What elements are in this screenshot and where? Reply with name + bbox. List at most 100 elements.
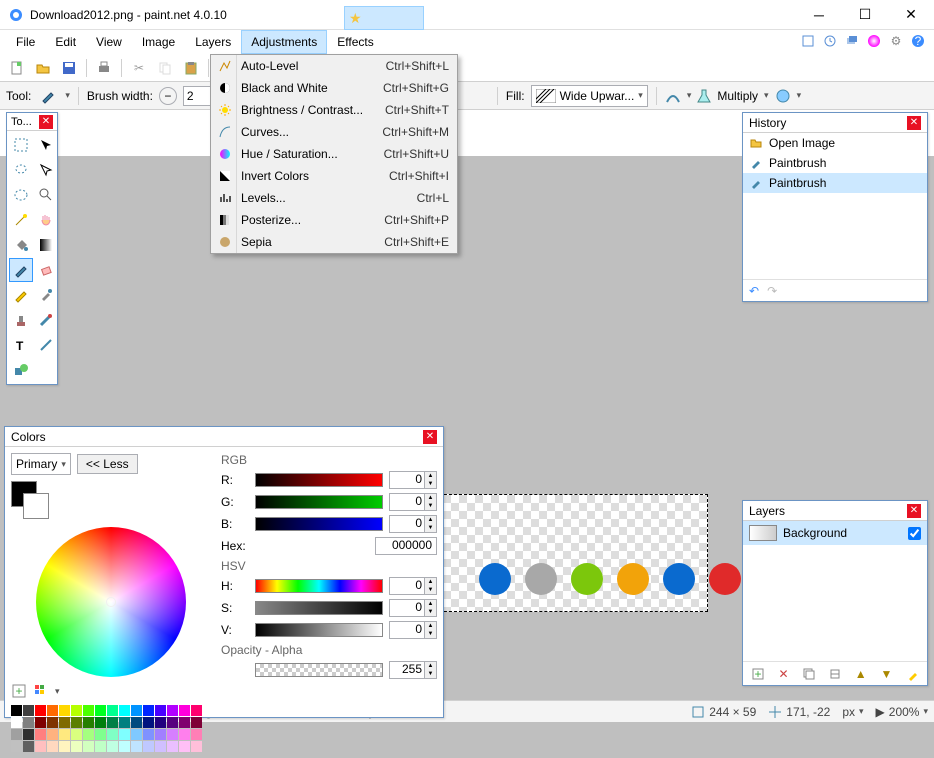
palette-swatch[interactable] [167,729,178,740]
antialias-icon[interactable] [665,88,681,104]
status-unit-dropdown[interactable]: px ▾ [842,705,863,719]
merge-layer-button[interactable] [824,663,846,685]
status-zoom[interactable]: ▶ 200% ▾ [876,705,928,719]
maximize-button[interactable]: ☐ [842,0,888,30]
palette-swatch[interactable] [23,705,34,716]
menu-edit[interactable]: Edit [45,30,86,54]
r-slider[interactable] [255,473,383,487]
tool-recolor[interactable] [34,308,58,332]
palette-swatch[interactable] [35,741,46,752]
b-input[interactable]: 0▲▼ [389,515,437,533]
g-input[interactable]: 0▲▼ [389,493,437,511]
tool-zoom[interactable] [34,183,58,207]
duplicate-layer-button[interactable] [798,663,820,685]
palette-swatch[interactable] [179,717,190,728]
history-panel-close-button[interactable]: ✕ [907,116,921,130]
palette-swatch[interactable] [155,741,166,752]
palette-swatch[interactable] [71,741,82,752]
opacity-slider[interactable] [255,663,383,677]
help-icon[interactable]: ? [908,31,928,51]
palette-swatch[interactable] [119,741,130,752]
copy-button[interactable] [154,57,176,79]
tool-lasso[interactable] [9,158,33,182]
palette-swatch[interactable] [131,741,142,752]
s-slider[interactable] [255,601,383,615]
palette-swatch[interactable] [143,741,154,752]
fill-style-dropdown[interactable]: Wide Upwar...▾ [531,85,648,107]
palette-swatch[interactable] [59,741,70,752]
adjustments-item-levels[interactable]: Levels...Ctrl+L [211,187,457,209]
menu-layers[interactable]: Layers [185,30,241,54]
palette-swatch[interactable] [95,705,106,716]
palette-swatch[interactable] [47,729,58,740]
document-tab-active[interactable]: ★ [344,6,424,30]
palette-swatch[interactable] [35,717,46,728]
palette-swatch[interactable] [107,741,118,752]
tool-line[interactable] [34,333,58,357]
g-slider[interactable] [255,495,383,509]
palette-swatch[interactable] [47,717,58,728]
layers-panel-close-button[interactable]: ✕ [907,504,921,518]
colors-window-toggle[interactable] [864,31,884,51]
minimize-button[interactable]: ─ [796,0,842,30]
r-input[interactable]: 0▲▼ [389,471,437,489]
menu-file[interactable]: File [6,30,45,54]
palette-swatch[interactable] [59,729,70,740]
open-file-button[interactable] [32,57,54,79]
palette-swatch[interactable] [11,741,22,752]
palette-swatch[interactable] [143,717,154,728]
tools-panel-close-button[interactable]: ✕ [39,115,53,129]
palette-swatch[interactable] [95,741,106,752]
menu-view[interactable]: View [86,30,132,54]
menu-effects[interactable]: Effects [327,30,383,54]
palette-swatch[interactable] [191,729,202,740]
tool-move-selection[interactable] [34,133,58,157]
palette-swatch[interactable] [119,729,130,740]
tool-rectangle-select[interactable] [9,133,33,157]
palette-swatch[interactable] [59,717,70,728]
adjustments-item-bw[interactable]: Black and WhiteCtrl+Shift+G [211,77,457,99]
history-item[interactable]: Open Image [743,133,927,153]
palette-swatch[interactable] [131,717,142,728]
opacity-input[interactable]: 255▲▼ [389,661,437,679]
palette-swatch[interactable] [155,717,166,728]
history-item[interactable]: Paintbrush [743,173,927,193]
color-palette[interactable] [11,705,211,752]
palette-swatch[interactable] [179,705,190,716]
redo-button[interactable]: ↷ [767,284,777,298]
adjustments-item-sepia[interactable]: SepiaCtrl+Shift+E [211,231,457,253]
palette-swatch[interactable] [11,717,22,728]
adjustments-item-brightness[interactable]: Brightness / Contrast...Ctrl+Shift+T [211,99,457,121]
current-tool-icon[interactable] [37,85,59,107]
adjustments-item-posterize[interactable]: Posterize...Ctrl+Shift+P [211,209,457,231]
tool-paint-bucket[interactable] [9,233,33,257]
blend-flask-icon[interactable] [697,88,711,104]
palette-swatch[interactable] [23,729,34,740]
palette-swatch[interactable] [167,717,178,728]
palette-swatch[interactable] [47,741,58,752]
palette-swatch[interactable] [95,729,106,740]
tool-clone-stamp[interactable] [9,308,33,332]
color-wheel[interactable] [36,527,186,677]
palette-swatch[interactable] [107,705,118,716]
paste-button[interactable] [180,57,202,79]
undo-button[interactable]: ↶ [749,284,759,298]
palette-swatch[interactable] [179,741,190,752]
h-slider[interactable] [255,579,383,593]
palette-swatch[interactable] [119,717,130,728]
palette-swatch[interactable] [191,717,202,728]
b-slider[interactable] [255,517,383,531]
palette-swatch[interactable] [167,741,178,752]
palette-swatch[interactable] [71,729,82,740]
layer-opacity-icon[interactable] [775,88,791,104]
palette-swatch[interactable] [83,729,94,740]
palette-swatch[interactable] [143,705,154,716]
tool-pencil[interactable] [9,283,33,307]
tool-dropdown-icon[interactable]: ▾ [65,90,70,101]
blend-mode-dropdown[interactable]: Multiply [717,89,758,103]
palette-swatch[interactable] [35,729,46,740]
tool-color-picker[interactable] [34,283,58,307]
s-input[interactable]: 0▲▼ [389,599,437,617]
layers-window-toggle[interactable] [842,31,862,51]
palette-swatch[interactable] [191,741,202,752]
